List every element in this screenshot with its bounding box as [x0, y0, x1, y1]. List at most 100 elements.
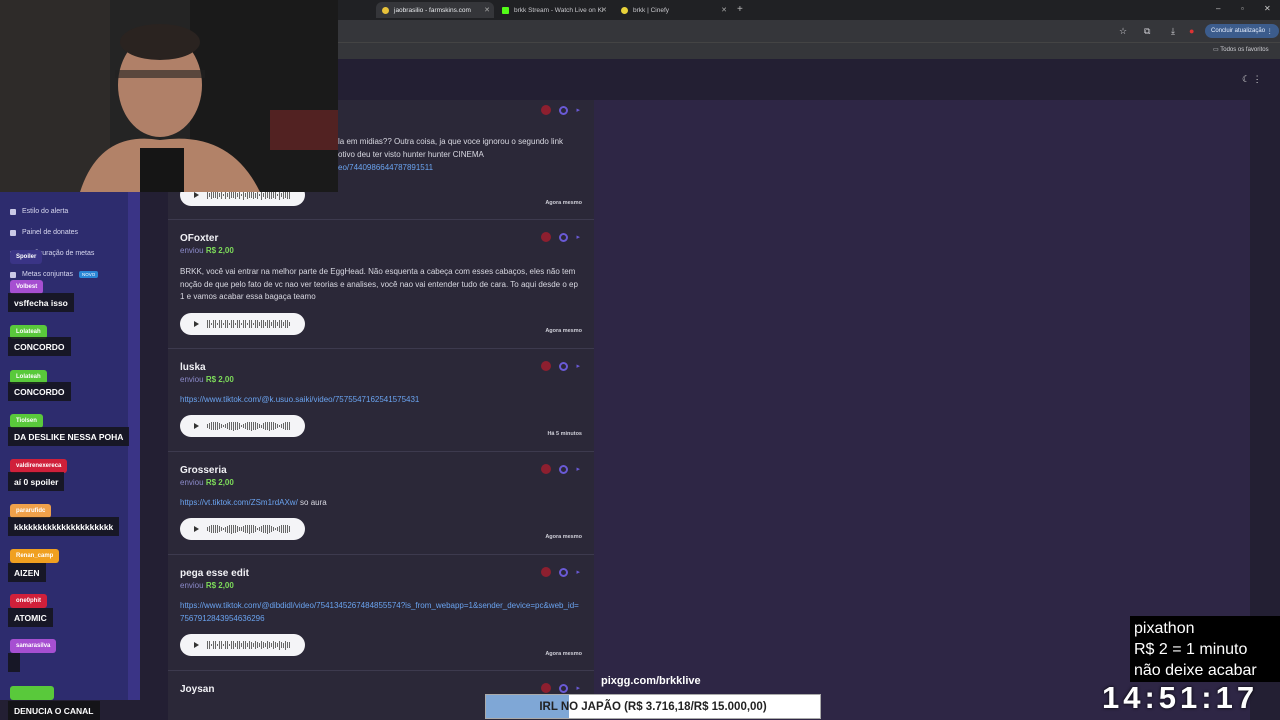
waveform-bar: [227, 525, 228, 533]
donation-link[interactable]: https://vt.tiktok.com/ZSm1rdAXw/: [180, 498, 298, 507]
waveform-bar: [283, 322, 284, 326]
card-actions: ▸: [541, 232, 580, 242]
all-bookmarks-link[interactable]: ▭ Todos os favoritos: [1213, 46, 1269, 53]
play-icon[interactable]: [194, 642, 199, 648]
waveform-bar: [223, 424, 224, 428]
chat-message: DENUCIA O CANAL: [8, 701, 100, 720]
skip-icon[interactable]: ▸: [576, 106, 580, 114]
tab-title: jaobrasilio - farmskins.com: [394, 6, 471, 14]
chat-username: Renan_camp: [10, 549, 60, 563]
waveform-bar: [243, 424, 244, 428]
chat-message: DA DESLIKE NESSA POHA: [8, 427, 130, 446]
skip-icon[interactable]: ▸: [576, 233, 580, 241]
replay-icon[interactable]: [559, 683, 569, 693]
waveform-bar: [239, 423, 240, 429]
tab-kick-stream[interactable]: brkk Stream - Watch Live on Ki ✕: [496, 2, 611, 18]
audio-player[interactable]: [180, 313, 305, 335]
replay-icon[interactable]: [559, 464, 569, 474]
block-icon[interactable]: [541, 105, 552, 115]
donation-amount-line: enviou R$ 2,00: [180, 581, 234, 590]
theme-toggle-icon[interactable]: ☾ ⋮: [1242, 74, 1262, 85]
skip-icon[interactable]: ▸: [576, 465, 580, 473]
block-icon[interactable]: [541, 361, 552, 371]
download-icon[interactable]: ⤓: [1171, 26, 1175, 37]
waveform-bar: [247, 643, 248, 647]
waveform-bar: [219, 422, 220, 430]
minimize-icon[interactable]: –: [1216, 4, 1220, 13]
card-actions: ▸: [541, 683, 580, 693]
pixathon-rate: R$ 2 = 1 minuto: [1134, 641, 1248, 658]
close-tab-icon[interactable]: ✕: [721, 6, 727, 14]
waveform-bar: [217, 421, 218, 431]
skip-icon[interactable]: ▸: [576, 684, 580, 692]
replay-icon[interactable]: [559, 232, 569, 242]
waveform-bar: [241, 424, 242, 428]
tab-cinefy[interactable]: brkk | Cinefy ✕: [615, 2, 731, 18]
waveform-bar: [227, 423, 228, 429]
panel-icon: [10, 229, 16, 236]
waveform-bar: [261, 526, 262, 532]
waveform-bar: [237, 526, 238, 532]
update-button[interactable]: Concluir atualização ⋮: [1205, 24, 1279, 38]
play-icon[interactable]: [194, 423, 199, 429]
chat-username: samarasilva: [10, 639, 57, 653]
play-icon[interactable]: [194, 526, 199, 532]
close-tab-icon[interactable]: ✕: [484, 6, 490, 14]
waveform-bar: [265, 190, 266, 200]
waveform-bar: [247, 190, 248, 200]
waveform-bar: [233, 191, 234, 199]
skip-icon[interactable]: ▸: [576, 568, 580, 576]
tab-farmskins[interactable]: jaobrasilio - farmskins.com ✕: [376, 2, 494, 18]
chat-message: [8, 653, 20, 672]
donation-link[interactable]: eo/7440986644787891511: [338, 162, 588, 175]
donation-message: BRKK, você vai entrar na melhor parte de…: [180, 267, 578, 301]
replay-icon[interactable]: [559, 361, 569, 371]
play-icon[interactable]: [194, 321, 199, 327]
maximize-icon[interactable]: ▫: [1241, 4, 1244, 13]
waveform-bar: [269, 421, 270, 431]
replay-icon[interactable]: [559, 567, 569, 577]
waveform-bar: [265, 524, 266, 534]
star-icon[interactable]: ☆: [1119, 26, 1127, 37]
sidebar-item-joint-goals[interactable]: Metas conjuntas NOVO: [10, 271, 99, 278]
waveform-bar: [211, 422, 212, 430]
waveform-bar: [231, 421, 232, 431]
donation-time: Agora mesmo: [545, 200, 582, 206]
sidebar-item-label: Estilo do alerta: [22, 208, 69, 215]
waveform-bar: [211, 322, 212, 326]
audio-player[interactable]: [180, 634, 305, 656]
close-window-icon[interactable]: ✕: [1264, 4, 1271, 13]
block-icon[interactable]: [541, 683, 552, 693]
waveform-bar: [219, 640, 220, 650]
block-icon[interactable]: [541, 567, 552, 577]
donation-link[interactable]: https://www.tiktok.com/@dibdidl/video/75…: [180, 600, 580, 625]
waveform-bar: [229, 190, 230, 200]
block-icon[interactable]: [541, 464, 552, 474]
waveform-bar: [219, 192, 220, 198]
sidebar-item-donate-panel[interactable]: Painel de donates: [10, 229, 78, 236]
waveform-bar: [247, 322, 248, 326]
sent-label: enviou: [180, 581, 204, 590]
new-tab-icon[interactable]: +: [737, 4, 743, 15]
replay-icon[interactable]: [559, 105, 569, 115]
pix-url: pixgg.com/brkklive: [601, 675, 701, 687]
skip-icon[interactable]: ▸: [576, 362, 580, 370]
goal-bar: IRL NO JAPÃO (R$ 3.716,18/R$ 15.000,00): [485, 694, 821, 719]
waveform-bar: [241, 322, 242, 326]
profile-icon[interactable]: ●: [1189, 26, 1194, 36]
waveform-bar: [243, 640, 244, 650]
block-icon[interactable]: [541, 232, 552, 242]
close-tab-icon[interactable]: ✕: [601, 6, 607, 14]
audio-player[interactable]: [180, 518, 305, 540]
audio-player[interactable]: [180, 415, 305, 437]
waveform-bar: [253, 421, 254, 431]
extensions-icon[interactable]: ⧉: [1144, 26, 1150, 37]
waveform-bar: [267, 524, 268, 534]
chat-message: vsffecha isso: [8, 293, 74, 312]
waveform-bar: [277, 424, 278, 428]
sidebar-item-alert-style[interactable]: Estilo do alerta: [10, 208, 68, 215]
donation-link[interactable]: https://www.tiktok.com/@k.usuo.saiki/vid…: [180, 394, 580, 407]
tab-title: brkk Stream - Watch Live on Ki: [514, 6, 604, 14]
play-icon[interactable]: [194, 192, 199, 198]
waveform-bar: [237, 192, 238, 198]
